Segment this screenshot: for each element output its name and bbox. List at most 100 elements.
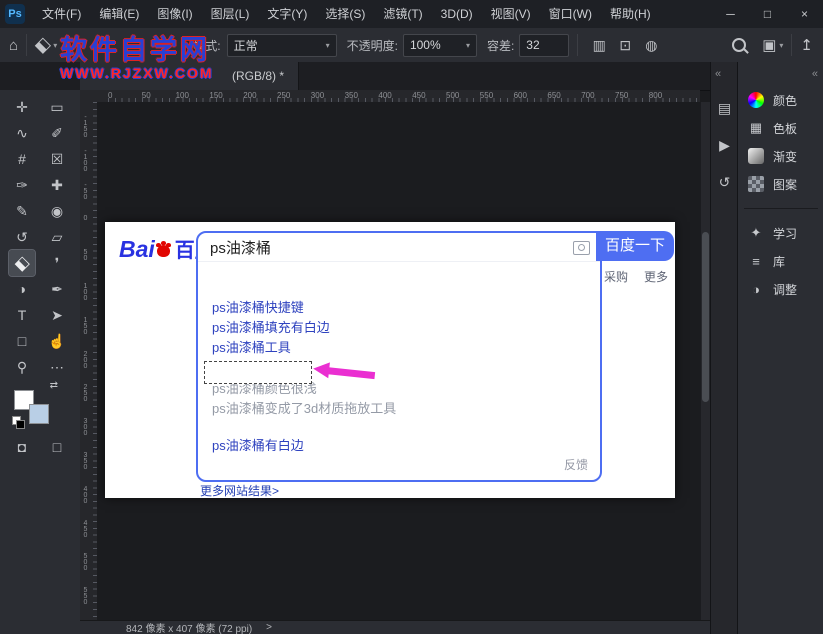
- color-swatch-cluster: ⇄: [12, 384, 60, 430]
- tolerance-input[interactable]: 32: [519, 34, 569, 57]
- search-suggestion[interactable]: ps油漆桶工具: [198, 338, 600, 358]
- search-suggestion[interactable]: ps油漆桶快捷键: [198, 298, 600, 318]
- ruler-number: 200: [82, 351, 89, 369]
- path-selection-tool[interactable]: ➤: [44, 302, 70, 328]
- menu-item[interactable]: 帮助(H): [601, 0, 660, 28]
- panel-gradients[interactable]: 渐变: [738, 142, 823, 170]
- panel-swatches[interactable]: ▦ 色板: [738, 114, 823, 142]
- search-suggestion[interactable]: ps油漆桶变成了3d材质拖放工具: [198, 399, 600, 419]
- blur-tool[interactable]: ❜: [44, 250, 70, 276]
- ruler-number: 250: [82, 384, 89, 402]
- eraser-tool[interactable]: ▱: [44, 224, 70, 250]
- baidu-nav-item[interactable]: 更多: [644, 268, 668, 285]
- healing-brush-tool[interactable]: ✚: [44, 172, 70, 198]
- hand-tool[interactable]: ☝: [44, 328, 70, 354]
- contiguous-toggle-icon[interactable]: ⊡: [615, 37, 635, 54]
- background-color-swatch[interactable]: [29, 404, 49, 424]
- camera-icon[interactable]: [573, 241, 590, 255]
- anti-alias-toggle-icon[interactable]: ▥: [589, 37, 609, 54]
- brush-tool[interactable]: ✎: [9, 198, 35, 224]
- zoom-tool[interactable]: ⚲: [9, 354, 35, 380]
- all-layers-toggle-icon[interactable]: ◍: [641, 37, 661, 54]
- ruler-number: 550: [480, 91, 493, 100]
- search-input-value: ps油漆桶: [210, 237, 271, 258]
- separator: [26, 34, 27, 56]
- history-panel-icon[interactable]: ↺: [711, 174, 738, 191]
- screen-mode-button[interactable]: □: [44, 434, 70, 460]
- ruler-number: 700: [581, 91, 594, 100]
- menu-item[interactable]: 图像(I): [148, 0, 201, 28]
- menu-item[interactable]: 编辑(E): [90, 0, 148, 28]
- panel-libraries[interactable]: ≡ 库: [738, 247, 823, 275]
- frame-tool[interactable]: ☒: [44, 146, 70, 172]
- ruler-number: 800: [649, 91, 662, 100]
- move-tool[interactable]: ✛: [9, 94, 35, 120]
- eyedropper-tool[interactable]: ✑: [9, 172, 35, 198]
- default-colors-icon[interactable]: [12, 416, 24, 428]
- baidu-search-input[interactable]: ps油漆桶: [198, 233, 600, 262]
- more-results-link[interactable]: 更多网站结果>: [200, 482, 279, 499]
- ruler-number: 750: [615, 91, 628, 100]
- scrollbar-thumb[interactable]: [702, 232, 709, 402]
- menu-item[interactable]: 文件(F): [33, 0, 90, 28]
- menu-item[interactable]: 窗口(W): [540, 0, 601, 28]
- baidu-search-button[interactable]: 百度一下: [596, 231, 674, 261]
- ruler-number: 0: [108, 91, 112, 100]
- chevron-down-icon[interactable]: ▾: [779, 41, 783, 50]
- tool-preset-icon[interactable]: ◧: [31, 34, 54, 57]
- ruler-number: 50: [82, 249, 89, 261]
- canvas-viewport[interactable]: Bai 百度 ps油漆桶 ps油漆桶快捷键ps油漆桶填充有白边ps油漆桶工具ps…: [97, 102, 700, 620]
- home-icon[interactable]: ⌂: [9, 37, 18, 54]
- vertical-ruler[interactable]: -150-100-5005010015020025030035040045050…: [80, 102, 98, 620]
- panel-color[interactable]: 颜色: [738, 86, 823, 114]
- lasso-tool[interactable]: ∿: [9, 120, 35, 146]
- maximize-button[interactable]: □: [749, 0, 786, 28]
- pen-tool[interactable]: ✒: [44, 276, 70, 302]
- clone-stamp-tool[interactable]: ◉: [44, 198, 70, 224]
- mode-dropdown[interactable]: 正常▾: [227, 34, 337, 57]
- search-icon[interactable]: [732, 38, 746, 52]
- rect-marquee-tool[interactable]: ▭: [44, 94, 70, 120]
- baidu-nav-item[interactable]: 采购: [604, 268, 628, 285]
- menu-item[interactable]: 文字(Y): [258, 0, 316, 28]
- panel-patterns[interactable]: 图案: [738, 170, 823, 198]
- opacity-dropdown[interactable]: 100%▾: [403, 34, 477, 57]
- workspace-icon[interactable]: ▣: [762, 36, 776, 54]
- search-suggestion[interactable]: ps油漆桶有白边: [198, 436, 600, 456]
- status-chevron-icon[interactable]: >: [266, 622, 272, 633]
- panel-divider: [744, 208, 818, 209]
- chevron-down-icon[interactable]: ▾: [53, 41, 57, 50]
- quick-selection-tool[interactable]: ✐: [44, 120, 70, 146]
- share-icon[interactable]: ↥: [800, 36, 813, 54]
- toolbar-ellipsis[interactable]: ⋯: [44, 354, 70, 380]
- menu-item[interactable]: 滤镜(T): [374, 0, 431, 28]
- selection-marquee: [204, 361, 312, 384]
- menu-item[interactable]: 选择(S): [316, 0, 374, 28]
- type-tool[interactable]: T: [9, 302, 35, 328]
- menu-item[interactable]: 视图(V): [482, 0, 540, 28]
- actions-panel-icon[interactable]: ▶: [711, 137, 738, 154]
- document-canvas[interactable]: Bai 百度 ps油漆桶 ps油漆桶快捷键ps油漆桶填充有白边ps油漆桶工具ps…: [105, 222, 675, 498]
- toolbar-bottom-buttons: ◘ □: [9, 434, 70, 460]
- menu-item[interactable]: 图层(L): [202, 0, 259, 28]
- dodge-tool[interactable]: ◑: [9, 276, 35, 302]
- menu-item[interactable]: 3D(D): [432, 0, 482, 28]
- search-suggestion[interactable]: ps油漆桶填充有白边: [198, 318, 600, 338]
- close-button[interactable]: ×: [786, 0, 823, 28]
- swap-colors-icon[interactable]: ⇄: [50, 380, 58, 391]
- ruler-number: 150: [82, 317, 89, 335]
- collapse-panels-icon[interactable]: «: [711, 62, 738, 80]
- crop-tool[interactable]: #: [9, 146, 35, 172]
- ruler-number: 450: [82, 520, 89, 538]
- properties-panel-icon[interactable]: ▤: [711, 100, 738, 117]
- panel-adjustments[interactable]: ◑ 调整: [738, 275, 823, 303]
- collapse-panel-icon[interactable]: «: [812, 68, 818, 80]
- feedback-link[interactable]: 反馈: [564, 456, 588, 473]
- quick-mask-button[interactable]: ◘: [9, 434, 35, 460]
- minimize-button[interactable]: ─: [712, 0, 749, 28]
- paint-bucket-tool[interactable]: ◧: [9, 250, 35, 276]
- history-brush-tool[interactable]: ↺: [9, 224, 35, 250]
- panel-learn[interactable]: ✦ 学习: [738, 219, 823, 247]
- shape-tool[interactable]: □: [9, 328, 35, 354]
- document-tab[interactable]: (RGB/8) *: [80, 62, 299, 90]
